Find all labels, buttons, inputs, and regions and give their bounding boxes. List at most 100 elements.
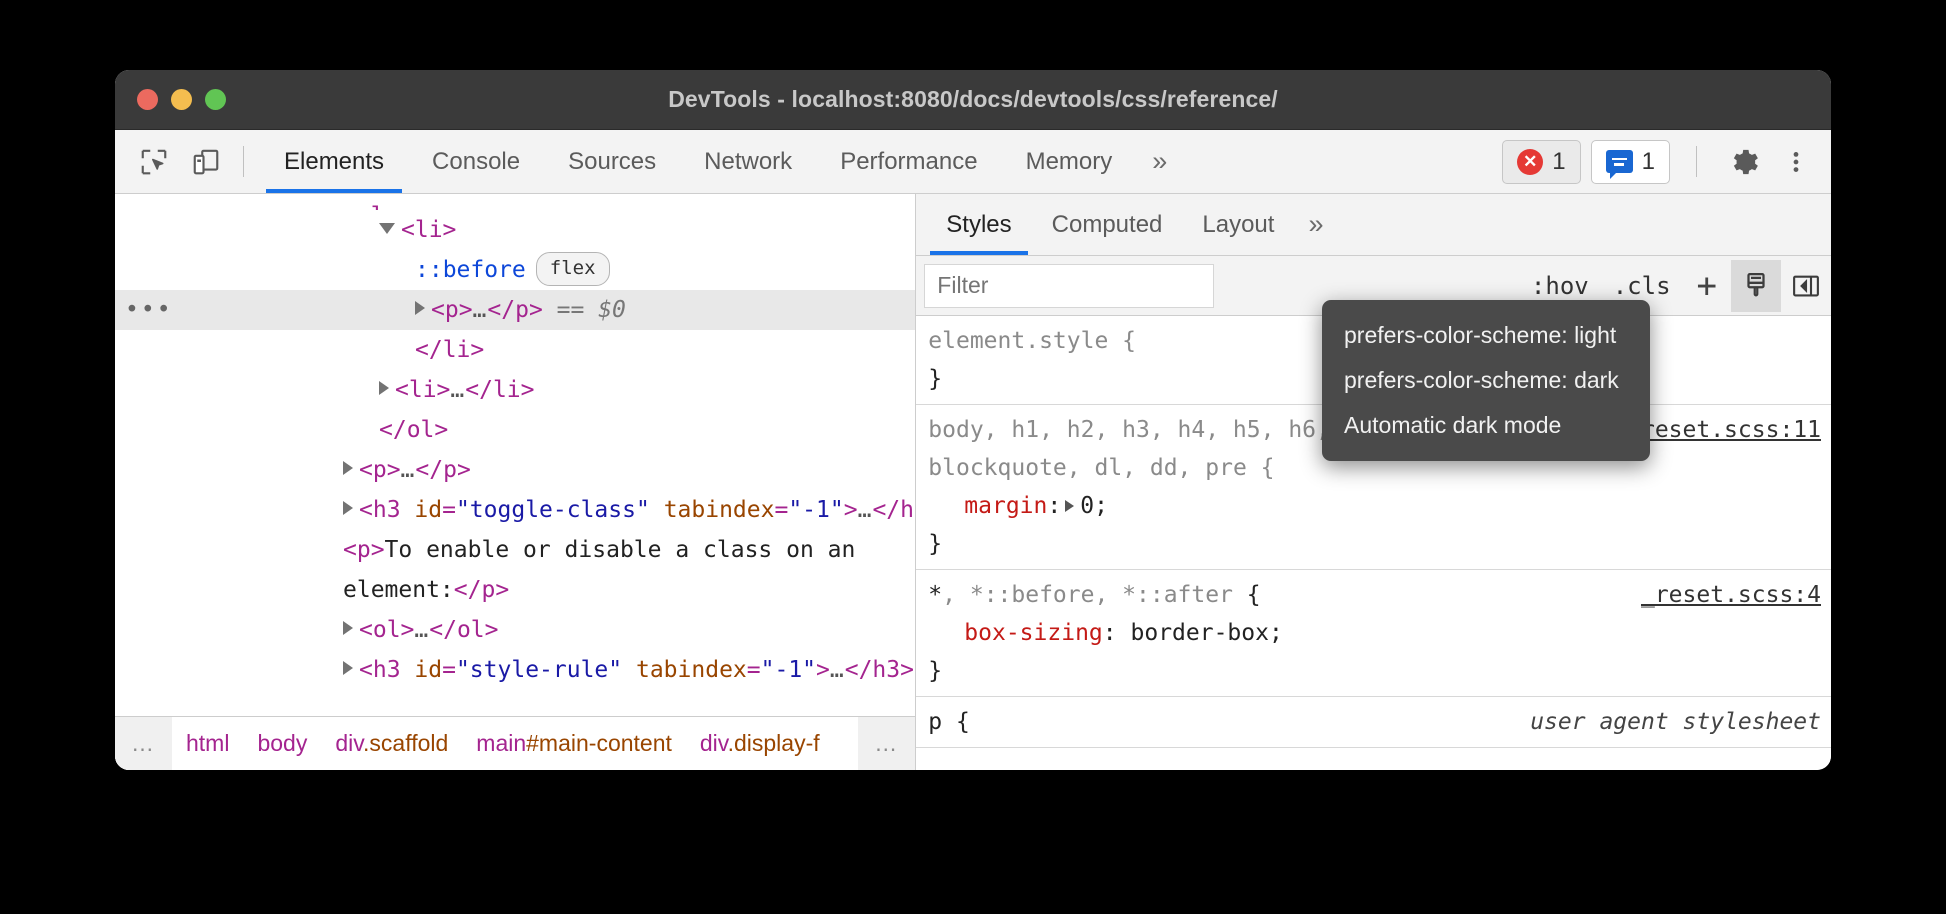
css-colon: : <box>1103 620 1117 646</box>
css-selector-part: p { <box>928 709 970 735</box>
dom-tree-row[interactable]: </ol> <box>115 410 915 450</box>
css-selector[interactable]: p { <box>928 703 1518 741</box>
expand-triangle-icon[interactable] <box>343 501 353 515</box>
dom-token-dots: … <box>858 497 873 523</box>
css-property-name[interactable]: box-sizing <box>964 620 1102 646</box>
menu-item-prefers-color-scheme-light[interactable]: prefers-color-scheme: light <box>1322 313 1650 358</box>
panel-tabs: Elements Console Sources Network Perform… <box>260 130 1183 193</box>
gear-icon[interactable] <box>1723 141 1765 183</box>
paintbrush-icon[interactable] <box>1731 260 1781 312</box>
tab-styles[interactable]: Styles <box>926 194 1031 255</box>
css-rule[interactable]: *, *::before, *::after {_reset.scss:4box… <box>916 570 1831 697</box>
dom-tree-row[interactable]: •••<p>…</p> == $0 <box>115 290 915 330</box>
breadcrumb-item-selector: .display-f <box>728 730 820 756</box>
filter-input[interactable] <box>924 264 1214 308</box>
tab-performance-label: Performance <box>840 148 977 176</box>
dom-tree-row[interactable]: <ol>…</ol> <box>115 610 915 650</box>
dom-token-tag: > <box>816 657 830 683</box>
error-count-badge[interactable]: ✕ 1 <box>1502 140 1580 184</box>
minimize-window-button[interactable] <box>171 89 192 110</box>
css-rule[interactable]: p {user agent stylesheet <box>916 697 1831 748</box>
dom-token-tag: </ol> <box>379 417 448 443</box>
dom-tree[interactable]: <ol><li>::beforeflex•••<p>…</p> == $0</l… <box>115 194 915 716</box>
close-window-button[interactable] <box>137 89 158 110</box>
new-style-rule-button[interactable]: + <box>1683 269 1731 303</box>
css-source-link[interactable]: _reset.scss:11 <box>1627 411 1821 449</box>
dom-tree-row[interactable]: </li> <box>115 330 915 370</box>
css-declaration[interactable]: box-sizing: border-box; <box>928 614 1821 652</box>
css-selector-part: { <box>1233 582 1261 608</box>
collapse-triangle-icon[interactable] <box>379 223 395 234</box>
dom-tree-row[interactable]: <ol> <box>115 196 915 210</box>
breadcrumb-item-tag: main <box>476 730 526 756</box>
tab-computed[interactable]: Computed <box>1032 194 1183 255</box>
dom-token-tag: <ol> <box>343 203 398 210</box>
maximize-window-button[interactable] <box>205 89 226 110</box>
toggle-hover-state-button[interactable]: :hov <box>1519 272 1601 300</box>
dom-tree-row[interactable]: element:</p> <box>115 570 915 610</box>
panel-collapse-icon[interactable] <box>1781 260 1831 312</box>
css-declaration[interactable]: margin:0; <box>928 487 1821 525</box>
dom-tree-row[interactable]: <p>…</p> <box>115 450 915 490</box>
message-count-badge[interactable]: 1 <box>1591 140 1670 184</box>
dom-token-txt: To enable or disable a class on an <box>385 537 856 563</box>
dom-tree-row[interactable]: <h3 id="style-rule" tabindex="-1">…</h3> <box>115 650 915 690</box>
css-property-name[interactable]: margin <box>964 493 1047 519</box>
expand-triangle-icon[interactable] <box>415 301 425 315</box>
dom-tree-row[interactable]: <li>…</li> <box>115 370 915 410</box>
message-count-label: 1 <box>1642 148 1655 176</box>
dom-tree-row[interactable]: <p>To enable or disable a class on an <box>115 530 915 570</box>
expand-triangle-icon[interactable] <box>343 661 353 675</box>
tab-console[interactable]: Console <box>408 130 544 193</box>
flex-badge[interactable]: flex <box>536 252 610 286</box>
css-selector-part: element.style { <box>928 328 1136 354</box>
more-panels-icon[interactable]: » <box>1136 130 1183 193</box>
tab-elements-label: Elements <box>284 148 384 176</box>
dom-token-attr: id <box>414 497 442 523</box>
css-rule-close-brace: } <box>928 652 1821 690</box>
expand-triangle-icon[interactable] <box>379 381 389 395</box>
tab-performance[interactable]: Performance <box>816 130 1001 193</box>
menu-item-automatic-dark-mode[interactable]: Automatic dark mode <box>1322 403 1650 448</box>
tab-layout[interactable]: Layout <box>1182 194 1294 255</box>
dom-tree-row[interactable]: <h3 id="toggle-class" tabindex="-1">…</h… <box>115 490 915 530</box>
window-title: DevTools - localhost:8080/docs/devtools/… <box>115 86 1831 113</box>
css-source-link[interactable]: _reset.scss:4 <box>1641 576 1821 614</box>
devtools-main-toolbar: Elements Console Sources Network Perform… <box>115 130 1831 194</box>
breadcrumb-item[interactable]: main#main-content <box>462 730 686 757</box>
breadcrumb-item[interactable]: html <box>172 730 243 757</box>
tab-elements[interactable]: Elements <box>260 130 408 193</box>
css-property-value[interactable]: 0; <box>1080 493 1108 519</box>
expand-triangle-icon[interactable] <box>343 461 353 475</box>
toggle-class-button[interactable]: .cls <box>1601 272 1683 300</box>
kebab-menu-icon[interactable] <box>1775 141 1817 183</box>
breadcrumb-item-tag: div <box>335 730 363 756</box>
more-styles-tabs-icon[interactable]: » <box>1294 194 1337 255</box>
tab-memory[interactable]: Memory <box>1002 130 1137 193</box>
expand-shorthand-icon[interactable] <box>1065 500 1074 512</box>
rendering-emulation-dropdown[interactable]: prefers-color-scheme: light prefers-colo… <box>1322 300 1650 461</box>
tab-layout-label: Layout <box>1202 211 1274 239</box>
dom-token-pseudo: ::before <box>415 257 526 283</box>
css-selector[interactable]: *, *::before, *::after { <box>928 576 1629 614</box>
device-toolbar-icon[interactable] <box>185 141 227 183</box>
tab-sources[interactable]: Sources <box>544 130 680 193</box>
css-selector-part: body, h1, h2, h3, h4, h5, <box>928 417 1288 443</box>
expand-triangle-icon[interactable] <box>343 621 353 635</box>
menu-item-prefers-color-scheme-dark[interactable]: prefers-color-scheme: dark <box>1322 358 1650 403</box>
breadcrumb-item[interactable]: body <box>243 730 321 757</box>
breadcrumb-overflow-right[interactable]: … <box>858 717 915 770</box>
css-space <box>1117 620 1131 646</box>
dom-tree-row[interactable]: ::before flex <box>115 250 915 290</box>
tab-network[interactable]: Network <box>680 130 816 193</box>
dom-row-more-icon[interactable]: ••• <box>125 290 173 330</box>
dom-token-tag <box>622 657 636 683</box>
inspect-cursor-icon[interactable] <box>133 141 175 183</box>
window-controls[interactable] <box>137 89 226 110</box>
css-property-value[interactable]: border-box; <box>1131 620 1283 646</box>
breadcrumb-item[interactable]: div.display-f <box>686 730 834 757</box>
breadcrumb-item[interactable]: div.scaffold <box>321 730 462 757</box>
breadcrumb-overflow-left[interactable]: … <box>115 717 172 770</box>
dom-tree-row[interactable]: <li> <box>115 210 915 250</box>
dom-token-tag: </li> <box>465 377 534 403</box>
